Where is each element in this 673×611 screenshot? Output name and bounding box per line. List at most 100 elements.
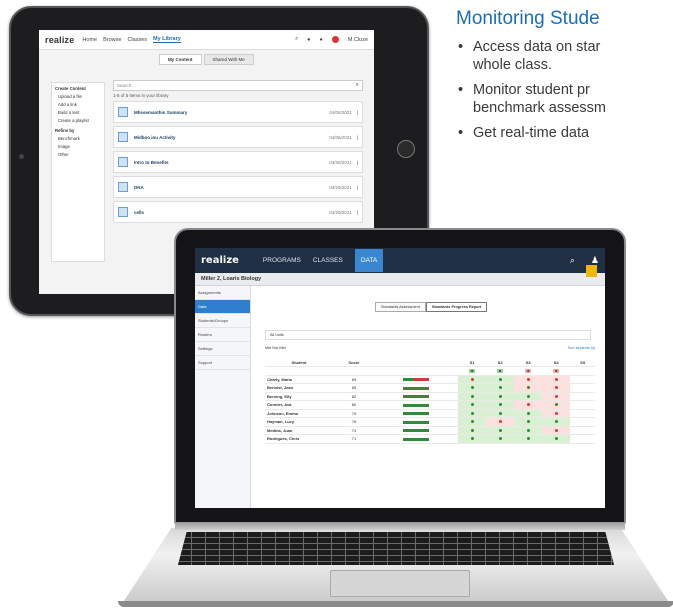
data-report-panel: Standards Assessment Standards Progress … xyxy=(255,288,601,506)
table-row[interactable]: Cormier, Ava 80 xyxy=(265,400,595,410)
nav-data[interactable]: DATA xyxy=(354,249,384,272)
standards-assessment-button[interactable]: Standards Assessment xyxy=(375,302,426,312)
item-title[interactable]: Intro to Benefits xyxy=(134,160,329,165)
item-title[interactable]: DNA xyxy=(134,185,329,190)
table-row[interactable]: Medina, Juan 74 xyxy=(265,426,595,435)
more-icon[interactable]: | xyxy=(357,185,358,190)
filter-option[interactable]: Other xyxy=(55,152,101,157)
list-item[interactable]: Midboo inu Activity 04/06/2021 | xyxy=(113,126,363,148)
unit-filter[interactable]: All Units xyxy=(265,330,591,340)
table-cell xyxy=(458,409,487,418)
tab-shared-with-me[interactable]: Shared With Me xyxy=(203,54,254,65)
table-cell xyxy=(333,366,375,376)
sidebar-item-support[interactable]: Support xyxy=(195,356,250,370)
student-name[interactable]: Medina, Juan xyxy=(265,426,333,435)
nav-classes[interactable]: CLASSES xyxy=(313,257,343,264)
upload-file-link[interactable]: Upload a file xyxy=(55,94,101,99)
nav-programs[interactable]: PROGRAMS xyxy=(263,257,301,264)
search-icon[interactable]: ⌕ xyxy=(295,36,298,43)
tablet-nav-browse[interactable]: Browse xyxy=(103,37,121,43)
add-link-link[interactable]: Add a link xyxy=(55,102,101,107)
more-icon[interactable]: | xyxy=(357,160,358,165)
sidebar-item-students[interactable]: Students/Groups xyxy=(195,314,250,328)
table-row[interactable]: Benoist, Jean 85 xyxy=(265,383,595,393)
table-cell xyxy=(374,375,459,384)
table-cell xyxy=(514,434,543,444)
status-dot xyxy=(470,437,474,441)
column-header[interactable]: S3 xyxy=(514,358,543,367)
more-icon[interactable]: | xyxy=(357,135,358,140)
sidebar-item-data[interactable]: Data xyxy=(195,300,250,314)
avatar[interactable] xyxy=(331,36,339,43)
student-name[interactable]: Charly, Maria xyxy=(265,375,333,384)
laptop-logo: realize xyxy=(201,255,239,266)
user-name[interactable]: M.Cluze xyxy=(348,37,368,43)
table-cell xyxy=(374,426,459,435)
table-cell xyxy=(486,375,515,384)
bell-icon[interactable]: ● xyxy=(307,37,310,43)
column-header[interactable]: S2 xyxy=(486,358,515,367)
sidebar-item-rosters[interactable]: Rosters xyxy=(195,328,250,342)
list-item[interactable]: cells 03/29/2021 | xyxy=(113,201,363,223)
student-name[interactable]: Cormier, Ava xyxy=(265,400,333,410)
student-name[interactable]: Benoist, Jean xyxy=(265,383,333,393)
tablet-nav-home[interactable]: Home xyxy=(82,37,97,43)
link-icon xyxy=(118,157,128,167)
help-icon[interactable]: ● xyxy=(320,37,323,43)
status-dot xyxy=(554,428,558,432)
column-header[interactable]: Student xyxy=(265,358,333,367)
standards-progress-button[interactable]: Standards Progress Report xyxy=(425,302,488,312)
student-name[interactable]: Hayman, Lucy xyxy=(265,417,333,427)
tablet-home-button[interactable] xyxy=(397,140,415,158)
status-dot xyxy=(470,377,474,381)
create-playlist-link[interactable]: Create a playlist xyxy=(55,118,101,123)
build-test-link[interactable]: Build a test xyxy=(55,110,101,115)
document-icon xyxy=(118,132,128,142)
column-header[interactable]: Score xyxy=(333,358,375,367)
table-row[interactable]: Hayman, Lucy 76 xyxy=(265,417,595,427)
status-dot xyxy=(554,437,558,441)
library-search-input[interactable]: Search ⌕ xyxy=(113,80,363,91)
table-cell xyxy=(458,434,487,444)
table-row[interactable]: Johnson, Emma 79 xyxy=(265,409,595,418)
item-title[interactable]: cells xyxy=(134,210,329,215)
table-cell xyxy=(570,417,595,427)
table-cell xyxy=(265,366,333,376)
student-name[interactable]: Berning, Elly xyxy=(265,392,333,401)
student-name[interactable]: Rodrigues, Chris xyxy=(265,434,333,444)
status-dot xyxy=(554,420,558,424)
list-item[interactable]: Intro to Benefits 03/30/2021 | xyxy=(113,151,363,173)
list-item[interactable]: Mhssemanthin Summary 04/06/2021 | xyxy=(113,101,363,123)
search-icon[interactable]: ⌕ xyxy=(570,255,575,266)
list-item[interactable]: DNA 03/29/2021 | xyxy=(113,176,363,198)
column-header[interactable]: S5 xyxy=(570,358,595,367)
more-icon[interactable]: | xyxy=(357,210,358,215)
status-dot xyxy=(470,420,474,424)
table-row[interactable]: Rodrigues, Chris 71 xyxy=(265,434,595,444)
tablet-logo: realize xyxy=(45,34,75,45)
tablet-nav-classes[interactable]: Classes xyxy=(127,37,147,43)
table-row[interactable]: Charly, Maria 89 xyxy=(265,375,595,384)
tab-my-content[interactable]: My Content xyxy=(159,54,202,65)
report-toggle: Standards Assessment Standards Progress … xyxy=(375,302,488,312)
search-icon[interactable]: ⌕ xyxy=(356,82,359,89)
item-title[interactable]: Midboo inu Activity xyxy=(134,135,329,140)
progress-bar xyxy=(403,403,430,407)
sort-link[interactable]: Sort students by xyxy=(568,346,595,350)
status-dot xyxy=(498,411,502,415)
student-name[interactable]: Johnson, Emma xyxy=(265,409,333,418)
column-header[interactable]: S1 xyxy=(458,358,487,367)
student-score: 71 xyxy=(333,434,375,444)
more-icon[interactable]: | xyxy=(357,110,358,115)
sidebar-item-assignments[interactable]: Assignments xyxy=(195,286,250,300)
sidebar-item-settings[interactable]: Settings xyxy=(195,342,250,356)
filter-option[interactable]: Image xyxy=(55,144,101,149)
progress-bar xyxy=(403,437,430,441)
item-title[interactable]: Mhssemanthin Summary xyxy=(134,110,329,115)
table-row[interactable]: Berning, Elly 82 xyxy=(265,392,595,401)
column-header[interactable]: S4 xyxy=(542,358,571,367)
tablet-nav-library[interactable]: My Library xyxy=(153,36,181,43)
image-icon xyxy=(118,182,128,192)
promo-bullet-list: Access data on star whole class. Monitor… xyxy=(456,38,673,142)
filter-option[interactable]: Benchmark xyxy=(55,136,101,141)
